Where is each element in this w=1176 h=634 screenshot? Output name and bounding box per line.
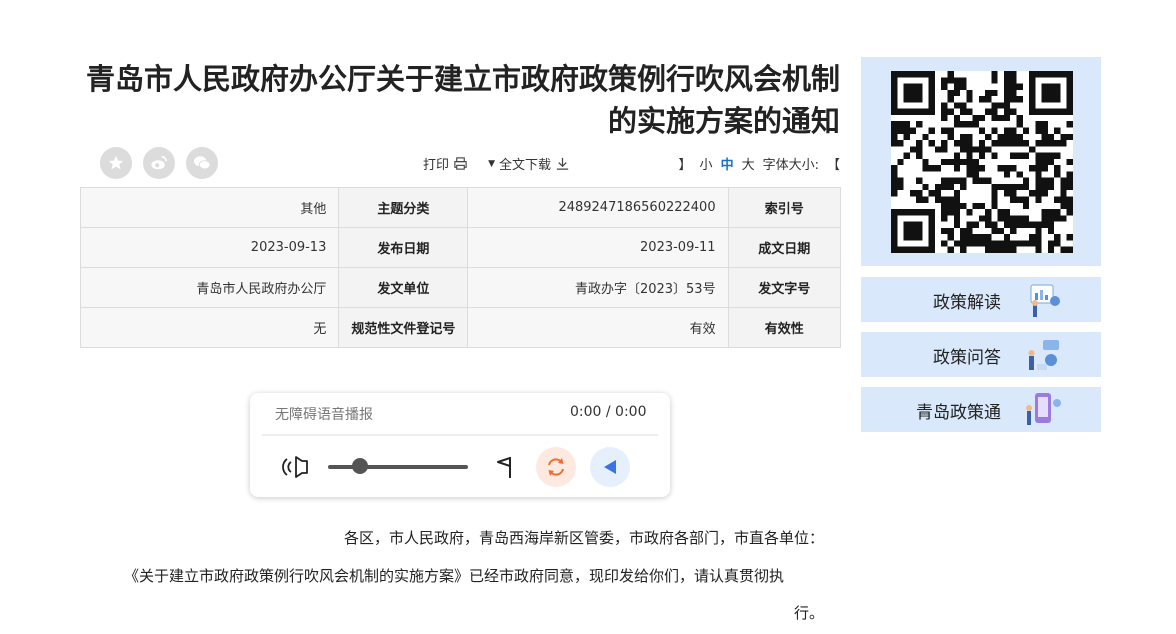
download-button[interactable]: 全文下载 ▼ [488, 154, 570, 173]
star-icon [108, 155, 124, 170]
chevron-down-icon: ▼ [488, 158, 495, 169]
playback-time: 0:00 / 0:00 [570, 404, 647, 420]
meta-label: 发文单位 [338, 267, 469, 308]
meta-row: 无规范性文件登记号 有效 有效性 [79, 307, 842, 348]
meta-row: 青岛市人民政府办公厅 发文单位 青政办字〔2023〕53号 发文字号 [79, 267, 842, 308]
meta-row: 其他 主题分类 2489247186560222400 索引号 [79, 187, 842, 228]
qr-code-image [891, 71, 1073, 253]
stop-button[interactable] [490, 451, 520, 483]
wechat-icon [193, 156, 211, 170]
sidebar-item-label: 政策解读 [933, 293, 1001, 313]
tool-links: 全文下载 ▼ 打印 [423, 154, 570, 173]
refresh-icon [548, 458, 564, 476]
meta-value: 有效 [467, 307, 729, 348]
document-meta-table: 其他 主题分类 2489247186560222400 索引号 2023-09-13 发布… [79, 187, 842, 348]
body-paragraph-continued: 行。 [793, 604, 824, 622]
meta-label: 发文字号 [727, 267, 842, 308]
font-size-bracket-open: 【 [826, 158, 840, 173]
qr-code-panel [861, 57, 1101, 266]
play-button[interactable] [590, 447, 630, 487]
font-size-small[interactable]: 小 [700, 154, 713, 173]
qa-illustration-icon [1028, 340, 1059, 370]
favorite-button[interactable] [100, 147, 132, 179]
speaker-icon [282, 456, 308, 478]
meta-label: 主题分类 [338, 187, 469, 228]
play-icon [604, 460, 616, 474]
print-button[interactable]: 打印 [423, 154, 468, 173]
meta-value: 2023-09-13 [79, 227, 340, 268]
print-label: 打印 [423, 158, 450, 173]
meta-label: 发布日期 [338, 227, 469, 268]
replay-button[interactable] [536, 447, 576, 487]
volume-slider-handle[interactable] [352, 458, 368, 474]
player-title: 无障碍语音播报 [275, 407, 373, 423]
page-title: 青岛市人民政府办公厅关于建立市政府政策例行吹风会机制的实施方案的通知 [85, 62, 840, 138]
page: 青岛市人民政府办公厅关于建立市政府政策例行吹风会机制的实施方案的通知 【 字体大… [0, 0, 1176, 634]
sidebar-item-label: 政策问答 [933, 348, 1001, 368]
audio-player: 0:00 / 0:00 无障碍语音播报 [250, 393, 670, 497]
download-label: 全文下载 [498, 158, 551, 173]
qr-code [891, 71, 1073, 253]
meta-value: 青政办字〔2023〕53号 [467, 267, 729, 308]
meta-label: 规范性文件登记号 [338, 307, 469, 348]
flag-icon [497, 457, 511, 478]
font-size-control: 【 字体大小: 大 中 小 】 [679, 154, 840, 173]
wechat-share-button[interactable] [186, 147, 218, 179]
sidebar-item-qingdao-policy-hub[interactable]: 青岛政策通 [861, 387, 1101, 432]
meta-label: 索引号 [727, 187, 842, 228]
meta-value: 青岛市人民政府办公厅 [79, 267, 340, 308]
printer-icon [454, 157, 467, 170]
font-size-label: 字体大小: [762, 158, 819, 173]
mobile-illustration-icon [1026, 393, 1061, 425]
meta-label: 有效性 [727, 307, 842, 348]
salutation-paragraph: 各区，市人民政府，青岛西海岸新区管委，市政府各部门，市直各单位： [343, 529, 824, 547]
sidebar-item-policy-interpretation[interactable]: 政策解读 [861, 277, 1101, 322]
sidebar-item-label: 青岛政策通 [916, 403, 1001, 423]
volume-button[interactable] [280, 451, 314, 483]
analytics-illustration-icon [1030, 284, 1060, 317]
volume-slider[interactable] [328, 465, 468, 469]
meta-label: 成文日期 [727, 227, 842, 268]
article-toolbar: 【 字体大小: 大 中 小 】 全文下载 ▼ 打印 [80, 145, 840, 183]
weibo-icon [151, 155, 168, 170]
weibo-share-button[interactable] [143, 147, 175, 179]
meta-value: 无 [79, 307, 340, 348]
download-icon [556, 157, 569, 170]
font-size-large[interactable]: 大 [742, 154, 755, 173]
meta-row: 2023-09-13 发布日期 2023-09-11 成文日期 [79, 227, 842, 268]
font-size-medium[interactable]: 中 [721, 154, 734, 173]
sidebar-item-policy-qa[interactable]: 政策问答 [861, 332, 1101, 377]
font-size-bracket-close: 】 [678, 158, 692, 173]
player-divider [262, 434, 658, 436]
meta-value: 其他 [79, 187, 340, 228]
share-group [100, 147, 218, 179]
meta-value: 2023-09-11 [467, 227, 729, 268]
body-paragraph: 《关于建立市政府政策例行吹风会机制的实施方案》已经市政府同意，现印发给你们，请认… [123, 567, 784, 585]
meta-value: 2489247186560222400 [467, 187, 729, 228]
